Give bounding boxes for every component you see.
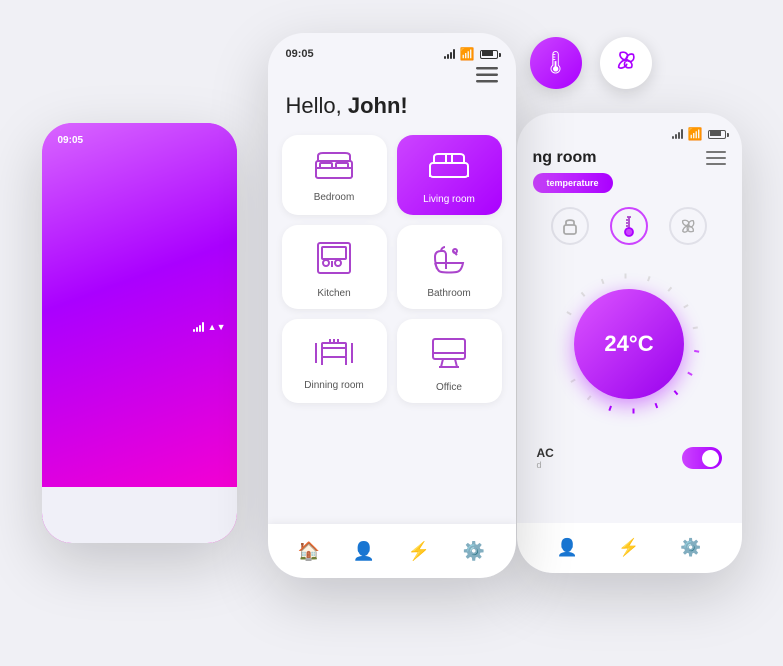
right-room-name: ng room xyxy=(533,149,597,167)
left-status-icons: ▲▼ xyxy=(193,135,226,519)
center-status-icons: 📶 xyxy=(444,47,498,61)
room-card-dinning-room[interactable]: Dinning room xyxy=(282,319,387,403)
room-card-kitchen[interactable]: Kitchen xyxy=(282,225,387,309)
controls-row xyxy=(517,207,742,261)
main-phone: 09:05 📶 Hello, John! xyxy=(268,33,516,578)
ac-toggle[interactable] xyxy=(682,447,722,469)
bathroom-icon xyxy=(431,241,467,280)
right-room-header: ng room xyxy=(517,147,742,173)
nav-bolt-icon[interactable]: ⚡ xyxy=(408,541,430,562)
bedroom-icon xyxy=(315,151,353,184)
office-icon xyxy=(429,335,469,374)
float-fan-icon[interactable] xyxy=(600,37,652,89)
hamburger-icon xyxy=(476,67,498,83)
thermometer-icon: 🌡 xyxy=(542,50,570,76)
room-card-bathroom[interactable]: Bathroom xyxy=(397,225,502,309)
toggle-knob xyxy=(702,450,719,467)
thermostat-display: 24°C xyxy=(574,289,684,399)
right-nav-user-icon[interactable]: 👤 xyxy=(557,538,578,558)
login-phone: 09:05 ▲▼ Smart Home EMAIL xyxy=(42,123,237,543)
living-room-icon xyxy=(428,151,470,186)
room-card-bedroom[interactable]: Bedroom xyxy=(282,135,387,215)
ac-info: AC d xyxy=(537,446,554,470)
temp-tab[interactable]: temperature xyxy=(533,173,613,193)
right-status-bar: 📶 xyxy=(517,113,742,147)
right-hamburger-icon[interactable] xyxy=(706,151,726,165)
temp-phone: 📶 ng room temperature xyxy=(517,113,742,573)
nav-home-icon[interactable]: 🏠 xyxy=(298,541,320,562)
greeting-text: Hello, John! xyxy=(268,91,516,135)
nav-user-icon[interactable]: 👤 xyxy=(353,541,375,562)
fan-control[interactable] xyxy=(669,207,707,245)
right-nav-bolt-icon[interactable]: ⚡ xyxy=(618,538,639,558)
left-time: 09:05 xyxy=(58,135,84,519)
wifi-icon: 📶 xyxy=(460,47,475,61)
float-thermometer-icon[interactable]: 🌡 xyxy=(530,37,582,89)
thermostat[interactable]: 24°C xyxy=(547,261,712,426)
center-status-bar: 09:05 📶 xyxy=(268,33,516,67)
left-bottom-area xyxy=(42,487,237,543)
temp-control[interactable] xyxy=(610,207,648,245)
right-bottom-nav: 👤 ⚡ ⚙️ xyxy=(517,523,742,573)
right-wifi-icon: 📶 xyxy=(688,127,703,141)
left-status-bar: 09:05 ▲▼ xyxy=(42,123,237,523)
screens-container: 🌡 09:05 ▲▼ xyxy=(42,23,742,643)
right-nav-settings-icon[interactable]: ⚙️ xyxy=(680,538,701,558)
fan-icon xyxy=(615,49,637,77)
room-card-living-room[interactable]: Living room xyxy=(397,135,502,215)
thermostat-container: 24°C xyxy=(517,261,742,426)
rooms-grid: Bedroom Living room xyxy=(268,135,516,403)
kitchen-icon xyxy=(316,241,352,280)
nav-settings-icon[interactable]: ⚙️ xyxy=(463,541,485,562)
hamburger-menu[interactable] xyxy=(268,67,516,91)
lock-control[interactable] xyxy=(551,207,589,245)
center-bottom-nav: 🏠 👤 ⚡ ⚙️ xyxy=(268,524,516,578)
room-card-office[interactable]: Office xyxy=(397,319,502,403)
dinning-room-icon xyxy=(312,335,356,372)
ac-row: AC d xyxy=(517,442,742,476)
